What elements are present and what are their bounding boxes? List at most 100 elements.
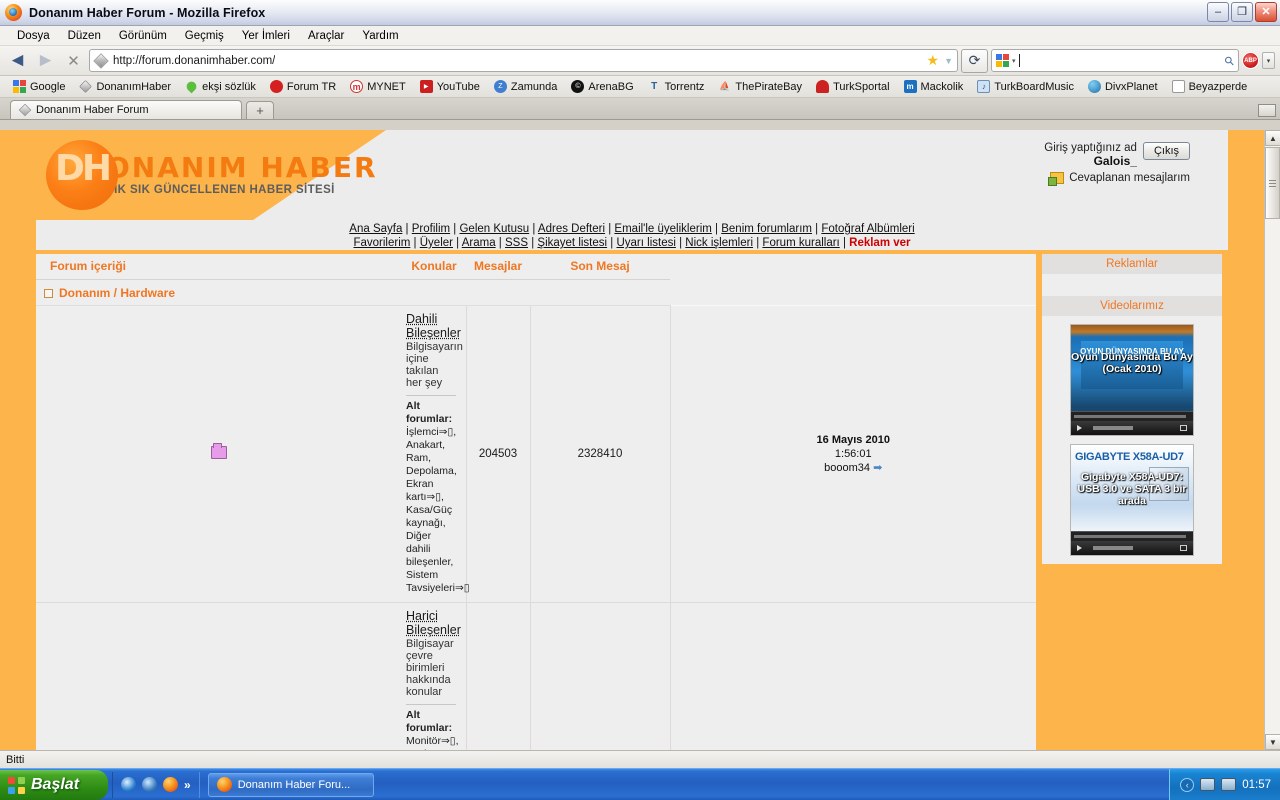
bookmark-turksportal[interactable]: TurkSportal xyxy=(809,80,896,93)
stop-button[interactable]: ✕ xyxy=(61,49,86,73)
nav-link-arama[interactable]: Arama xyxy=(462,237,496,249)
menu-item-duzen[interactable]: Düzen xyxy=(59,28,110,44)
bookmark-youtube[interactable]: ▶ YouTube xyxy=(413,80,487,93)
nav-link-reklam-ver[interactable]: Reklam ver xyxy=(849,237,910,249)
bookmark-arenabg[interactable]: © ArenaBG xyxy=(564,80,640,93)
clock[interactable]: 01:57 xyxy=(1242,779,1271,791)
video-controls-2[interactable] xyxy=(1071,541,1193,555)
site-logo[interactable]: DH ONANIM HABER SIK SIK GÜNCELLENEN HABE… xyxy=(46,140,378,210)
bookmark-mackolik[interactable]: m Mackolik xyxy=(897,80,971,93)
posts-count: 278930 xyxy=(529,602,670,750)
video-thumbnail-2[interactable]: GIGABYTE X58A-UD7 Gigabyte X58A-UD7: USB… xyxy=(1070,444,1194,556)
chevron-down-icon[interactable]: ▼ xyxy=(944,56,953,66)
video-thumbnail-1[interactable]: OYUN DÜNYASINDA BU AY Oyun Dünyasında Bu… xyxy=(1070,324,1194,436)
nav-link-uyeler[interactable]: Üyeler xyxy=(420,237,453,249)
nav-link-email-uyeliklerim[interactable]: Email'le üyeliklerim xyxy=(614,223,711,235)
forward-button[interactable]: ► xyxy=(33,49,58,73)
scroll-up-button[interactable]: ▲ xyxy=(1265,130,1280,146)
bookmark-zamunda[interactable]: Z Zamunda xyxy=(487,80,564,93)
internet-explorer-icon[interactable] xyxy=(121,777,136,792)
forum-title[interactable]: Harici Bileşenler xyxy=(406,609,461,637)
search-box[interactable]: ▾ ⚲ xyxy=(991,49,1239,72)
video-progress-1[interactable] xyxy=(1071,411,1193,421)
adblock-icon[interactable]: ABP xyxy=(1242,52,1259,69)
search-icon[interactable]: ⚲ xyxy=(1222,52,1238,68)
close-button[interactable]: ✕ xyxy=(1255,2,1277,22)
bookmark-thepiratebay[interactable]: ⛵ ThePirateBay xyxy=(711,80,809,93)
goto-arrow-icon[interactable]: ➡ xyxy=(873,462,882,474)
menu-item-dosya[interactable]: Dosya xyxy=(8,28,59,44)
nav-link-uyari-listesi[interactable]: Uyarı listesi xyxy=(616,237,675,249)
subforum-list[interactable]: Alt forumlar: Monitör⇒▯, Modem⇒▯, Yazıcı… xyxy=(406,709,459,750)
nav-link-benim-forumlarim[interactable]: Benim forumlarım xyxy=(721,223,812,235)
back-button[interactable]: ◄ xyxy=(5,49,30,73)
maximize-button[interactable]: ❐ xyxy=(1231,2,1253,22)
last-post-user[interactable]: booom34 xyxy=(824,462,870,474)
menu-item-yardim[interactable]: Yardım xyxy=(353,28,407,44)
menu-item-gecmis[interactable]: Geçmiş xyxy=(176,28,233,44)
minimize-button[interactable]: – xyxy=(1207,2,1229,22)
chevron-right-icon[interactable]: » xyxy=(184,778,191,792)
show-hidden-icons-button[interactable]: ‹ xyxy=(1180,777,1195,792)
subforum-list[interactable]: Alt forumlar: İşlemci⇒▯, Anakart, Ram, D… xyxy=(406,400,470,595)
menu-item-yer-imleri[interactable]: Yer İmleri xyxy=(233,28,299,44)
nav-link-gelen-kutusu[interactable]: Gelen Kutusu xyxy=(459,223,529,235)
bookmark-eksi-sozluk[interactable]: ekşi sözlük xyxy=(178,79,263,94)
bookmark-torrentz[interactable]: T Torrentz xyxy=(641,80,712,93)
play-icon[interactable] xyxy=(1077,545,1082,551)
nav-link-sikayet-listesi[interactable]: Şikayet listesi xyxy=(537,237,607,249)
fullscreen-icon[interactable] xyxy=(1180,425,1187,431)
nav-link-sss[interactable]: SSS xyxy=(505,237,528,249)
nav-link-ana-sayfa[interactable]: Ana Sayfa xyxy=(349,223,402,235)
globe-icon xyxy=(1087,80,1101,93)
messages-row[interactable]: Cevaplanan mesajlarım xyxy=(1044,172,1190,186)
bookmark-turkboardmusic[interactable]: ♪ TurkBoardMusic xyxy=(970,80,1081,93)
bookmark-star-icon[interactable]: ★ xyxy=(927,52,940,69)
bookmark-beyazperde[interactable]: Beyazperde xyxy=(1165,80,1255,93)
nav-link-forum-kurallari[interactable]: Forum kuralları xyxy=(762,237,839,249)
network-icon[interactable] xyxy=(1200,778,1216,791)
nav-link-favorilerim[interactable]: Favorilerim xyxy=(353,237,410,249)
collapse-box-icon[interactable] xyxy=(44,288,53,298)
tab-list-button[interactable] xyxy=(1258,104,1276,117)
start-button[interactable]: Başlat xyxy=(0,770,108,800)
nav-link-profilim[interactable]: Profilim xyxy=(412,223,450,235)
adblock-chevron-down-icon[interactable]: ▾ xyxy=(1262,52,1275,69)
scrollbar-thumb[interactable] xyxy=(1265,147,1280,219)
nav-link-fotograf-albumleri[interactable]: Fotoğraf Albümleri xyxy=(821,223,914,235)
bookmark-google[interactable]: Google xyxy=(6,80,72,93)
bookmark-donanimhaber[interactable]: DonanımHaber xyxy=(72,80,178,93)
bookmark-mynet[interactable]: m MYNET xyxy=(343,80,413,93)
play-icon[interactable] xyxy=(1077,425,1082,431)
bookmark-divxplanet[interactable]: DivxPlanet xyxy=(1081,80,1165,93)
scroll-down-button[interactable]: ▼ xyxy=(1265,734,1280,750)
tab-donanim-haber-forum[interactable]: Donanım Haber Forum xyxy=(10,100,242,119)
forum-title[interactable]: Dahili Bileşenler xyxy=(406,312,461,340)
menu-item-araclar[interactable]: Araçlar xyxy=(299,28,353,44)
video-progress-2[interactable] xyxy=(1071,531,1193,541)
browser-icon[interactable] xyxy=(142,777,157,792)
volume-slider[interactable] xyxy=(1093,426,1133,430)
volume-slider[interactable] xyxy=(1093,546,1133,550)
logout-button[interactable]: Çıkış xyxy=(1142,142,1190,160)
firefox-icon[interactable] xyxy=(163,777,178,792)
url-bar[interactable]: http://forum.donanimhaber.com/ ★ ▼ xyxy=(89,49,958,72)
bookmark-forum-tr[interactable]: Forum TR xyxy=(263,80,343,93)
video-controls-1[interactable] xyxy=(1071,421,1193,435)
page-scrollbar[interactable]: ▲ ▼ xyxy=(1264,130,1280,750)
fullscreen-icon[interactable] xyxy=(1180,545,1187,551)
diamond-icon xyxy=(18,103,32,117)
nav-link-adres-defteri[interactable]: Adres Defteri xyxy=(538,223,605,235)
bookmark-label: ekşi sözlük xyxy=(202,80,256,93)
taskbar-item-firefox[interactable]: Donanım Haber Foru... xyxy=(207,772,374,797)
messages-link[interactable]: Cevaplanan mesajlarım xyxy=(1069,172,1190,184)
message-icon xyxy=(1048,172,1065,186)
network-activity-icon[interactable] xyxy=(1221,778,1237,791)
bookmark-label: YouTube xyxy=(436,80,480,93)
reload-button[interactable]: ⟳ xyxy=(961,48,988,73)
nav-link-nick-islemleri[interactable]: Nick işlemleri xyxy=(685,237,753,249)
new-tab-button[interactable]: + xyxy=(246,101,274,119)
menu-item-gorunum[interactable]: Görünüm xyxy=(110,28,176,44)
chevron-down-icon[interactable]: ▾ xyxy=(1012,57,1016,65)
subforum-items[interactable]: İşlemci⇒▯, Anakart, Ram, Depolama, Ekran… xyxy=(406,426,470,594)
